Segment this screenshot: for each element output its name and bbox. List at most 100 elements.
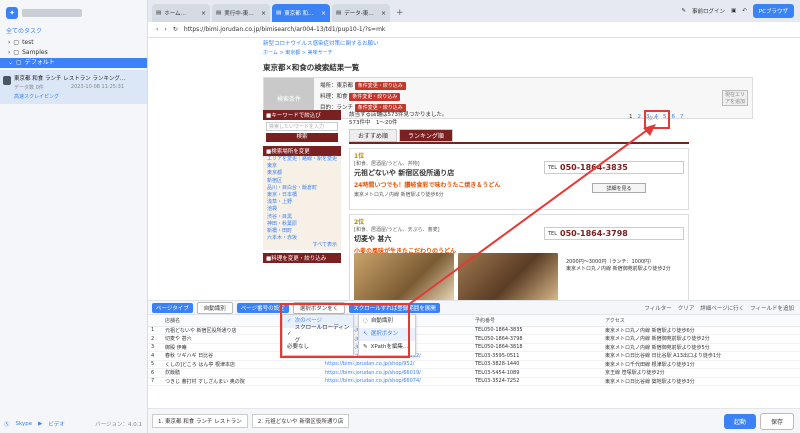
chevron-right-icon: › xyxy=(8,39,11,46)
table-row[interactable]: 3御殿 伊庵https://bimi.jorudan.co.jp/shop/…T… xyxy=(148,343,800,352)
page-link[interactable]: 2 xyxy=(638,114,642,120)
undo-icon[interactable]: ↶ xyxy=(742,8,747,14)
page-type-select[interactable]: 自動識別 xyxy=(196,301,233,314)
cond-change-button[interactable]: 条件変更・絞り込み xyxy=(354,82,406,90)
close-icon[interactable]: × xyxy=(381,10,386,17)
page-icon: ▤ xyxy=(276,10,282,16)
back-icon[interactable]: ‹ xyxy=(156,26,158,33)
area-link[interactable]: エリアを変更｜路線・駅を変更 xyxy=(267,156,341,163)
footer-bar: 1. 東京都 和食 ランチ レストラン 2. 元祖どないや 新宿区役所通り店 起… xyxy=(148,408,800,433)
genre-heading: ■料理を変更・絞り込み xyxy=(263,252,341,263)
table-row[interactable]: 1元祖どないや 新宿区役所通り店https://bimi.jorudan.co.… xyxy=(148,326,800,335)
page-link[interactable]: 1 xyxy=(629,114,633,120)
pc-browser-button[interactable]: PCブラウザ xyxy=(752,4,794,18)
detail-go-button[interactable]: 詳細ページに行く xyxy=(700,304,744,312)
clear-button[interactable]: クリア xyxy=(678,304,695,312)
page-title: 東京都×和食の検索結果一覧 xyxy=(263,63,360,72)
keyword-heading: ■キーワードで絞込び xyxy=(263,110,341,120)
cond-food: 料理：和食 xyxy=(320,94,348,100)
tab-ranking[interactable]: ランキング順 xyxy=(399,129,453,142)
task-data-count: データ数 0件 xyxy=(14,85,44,91)
image-icon[interactable]: ▣ xyxy=(731,8,736,14)
tab-bar: ▤ ホーム… × ▤ 実行中-東… × ▤ 東京都 和… × ▤ データ-東… × + ✎ 事前… xyxy=(148,0,800,22)
shop-card: 2位 [和食、居酒屋/うどん、天ぷら、蕎麦] 切麦や 甚六 小麦の風味が生きたこ… xyxy=(349,214,689,300)
tel-box: TEL 050-1864-3835 xyxy=(544,161,684,174)
close-icon[interactable]: × xyxy=(201,10,206,17)
area-link[interactable]: 品川・目白台・飯倉町 xyxy=(267,185,341,192)
area-link[interactable]: 浅草・上野 xyxy=(267,199,341,206)
keyword-input[interactable]: 検索したいワードを入力 xyxy=(266,122,338,131)
refresh-icon[interactable]: ↻ xyxy=(173,26,178,33)
area-link[interactable]: 東京都 xyxy=(267,170,341,177)
table-row[interactable]: 4春秋 ツギハギ 日比谷https://bimi.jorudan.co.jp/s… xyxy=(148,351,800,361)
page-link[interactable]: 7 xyxy=(680,114,684,120)
interior-photo xyxy=(458,253,558,300)
task-title: 東京都 和食 ランチ レストラン ランキング… xyxy=(14,76,126,82)
table-row[interactable]: 6 炊飯膳 https://bimi.jorudan.co.jp/shop/6601… xyxy=(148,368,800,378)
tab-running[interactable]: ▤ 実行中-東… × xyxy=(212,4,270,22)
cond-change-button[interactable]: 条件変更・絞り込み xyxy=(349,93,401,101)
keyword-search-button[interactable]: 検索 xyxy=(266,133,338,142)
folder-test[interactable]: › ▢ test xyxy=(0,38,147,48)
close-icon[interactable]: × xyxy=(261,10,266,17)
tab-home[interactable]: ▤ ホーム… × xyxy=(152,4,210,22)
cond-place: 場所：東京都 xyxy=(320,83,354,89)
shop-card: 1位 [和食、居酒屋/うどん、丼物] 元祖どないや 新宿区役所通り店 24時間い… xyxy=(349,148,689,210)
area-link[interactable]: 池袋 xyxy=(267,206,341,213)
edit-icon[interactable]: ✎ xyxy=(681,8,686,14)
tab-data[interactable]: ▤ データ-東… × xyxy=(332,4,390,22)
task-date: 2023-10-08 11:25:31 xyxy=(70,84,124,90)
filter-button[interactable]: フィルター xyxy=(644,304,671,312)
area-link[interactable]: 新宿区 xyxy=(267,178,341,185)
skype-icon: Ⓢ xyxy=(4,422,10,428)
app-brand: ✦ xyxy=(0,0,147,26)
url-field[interactable]: https://bimi.jorudan.co.jp/bimisearch/ar… xyxy=(184,26,386,33)
video-link[interactable]: ビデオ xyxy=(48,420,65,428)
tab-recommend[interactable]: おすすめ順 xyxy=(349,129,398,142)
run-button[interactable]: 起動 xyxy=(723,413,756,429)
tab-tokyo[interactable]: ▤ 東京都 和… × xyxy=(272,4,330,22)
forward-icon[interactable]: › xyxy=(164,26,166,33)
page-link[interactable]: 6 xyxy=(672,114,676,120)
footer-tab-1[interactable]: 1. 東京都 和食 ランチ レストラン xyxy=(152,414,248,428)
next-page-link[interactable]: 次へ xyxy=(648,115,658,122)
skype-link[interactable]: Skype xyxy=(16,421,33,427)
footer-tab-2[interactable]: 2. 元祖どないや 新宿区役所通り店 xyxy=(251,414,350,428)
task-sidebar: ✦ 全てのタスク › ▢ test › ▢ Samples ⌄ ▢ デフォルト 東京都 和食… xyxy=(0,0,148,433)
data-panel: ページタイプ 自動識別 ページ番号の設定 選択ボタンをく スクロールすれば登録範… xyxy=(148,300,800,408)
browser-view: 新型コロナウイルス感染症対策に関するお願い ホーム > 東京都 > 美味サーチ … xyxy=(148,38,800,300)
area-link[interactable]: 神田・秋葉原 xyxy=(267,221,341,228)
result-list: 該当する店舗は573件見つかりました。 573件中 1〜20件 1 2 3 4 … xyxy=(349,110,689,300)
add-area-button[interactable]: 現在エリアを追加 xyxy=(722,90,748,106)
col-header[interactable]: 予約番号 xyxy=(472,315,602,327)
task-mode-tag: 高速スクレイピング xyxy=(14,94,60,100)
area-show-all[interactable]: すべて表示 xyxy=(267,242,341,249)
breadcrumb[interactable]: ホーム > 東京都 > 美味サーチ xyxy=(263,49,753,56)
panel-toolbar: ページタイプ 自動識別 ページ番号の設定 選択ボタンをく スクロールすれば登録範… xyxy=(148,301,800,315)
shop-info: 2000円〜3000円（ランチ：1000円） 東京メトロ丸ノ内線 新宿御苑前駅よ… xyxy=(566,259,676,273)
folder-default[interactable]: ⌄ ▢ デフォルト xyxy=(0,58,147,68)
detail-button[interactable]: 詳細を見る xyxy=(592,183,646,193)
notice-link[interactable]: 新型コロナウイルス感染症対策に関するお願い xyxy=(263,39,753,47)
new-tab-button[interactable]: + xyxy=(392,4,408,22)
table-row[interactable]: 5 くしの]どころ はん亭 根津本店 https://bimi.jorudan.co… xyxy=(148,360,800,369)
app-logo: ✦ xyxy=(6,7,18,19)
table-row[interactable]: 7 つきじ 蕎打村 すしざんまい 奥の院 https://bimi.jorudan.… xyxy=(148,377,800,386)
folder-samples[interactable]: › ▢ Samples xyxy=(0,48,147,58)
folder-icon: ▢ xyxy=(13,49,20,56)
page-icon: ▤ xyxy=(216,10,222,16)
data-table: 店舗名 予約番号 アクセス 1元祖どないや 新宿区役所通り店https://bi… xyxy=(148,315,800,386)
save-button[interactable]: 保存 xyxy=(759,412,794,430)
table-row[interactable]: 2切麦や 甚六https://bimi.jorudan.co.jp/shop/…… xyxy=(148,334,800,344)
pre-login-button[interactable]: 事前ログイン xyxy=(692,7,725,15)
area-link[interactable]: 渋谷・目黒 xyxy=(267,214,341,221)
sort-tabs: おすすめ順 ランキング順 xyxy=(349,129,689,144)
all-tasks-link[interactable]: 全てのタスク xyxy=(0,26,147,38)
col-header xyxy=(148,315,162,327)
col-header[interactable]: アクセス xyxy=(602,315,800,327)
task-item[interactable]: 東京都 和食 ランチ レストラン ランキング… データ数 0件 2023-10-0… xyxy=(0,70,147,104)
rank-badge: 2位 xyxy=(354,219,365,226)
add-field-button[interactable]: フィールドを追加 xyxy=(750,304,794,312)
close-icon[interactable]: × xyxy=(321,10,326,17)
account-name[interactable] xyxy=(22,9,82,17)
